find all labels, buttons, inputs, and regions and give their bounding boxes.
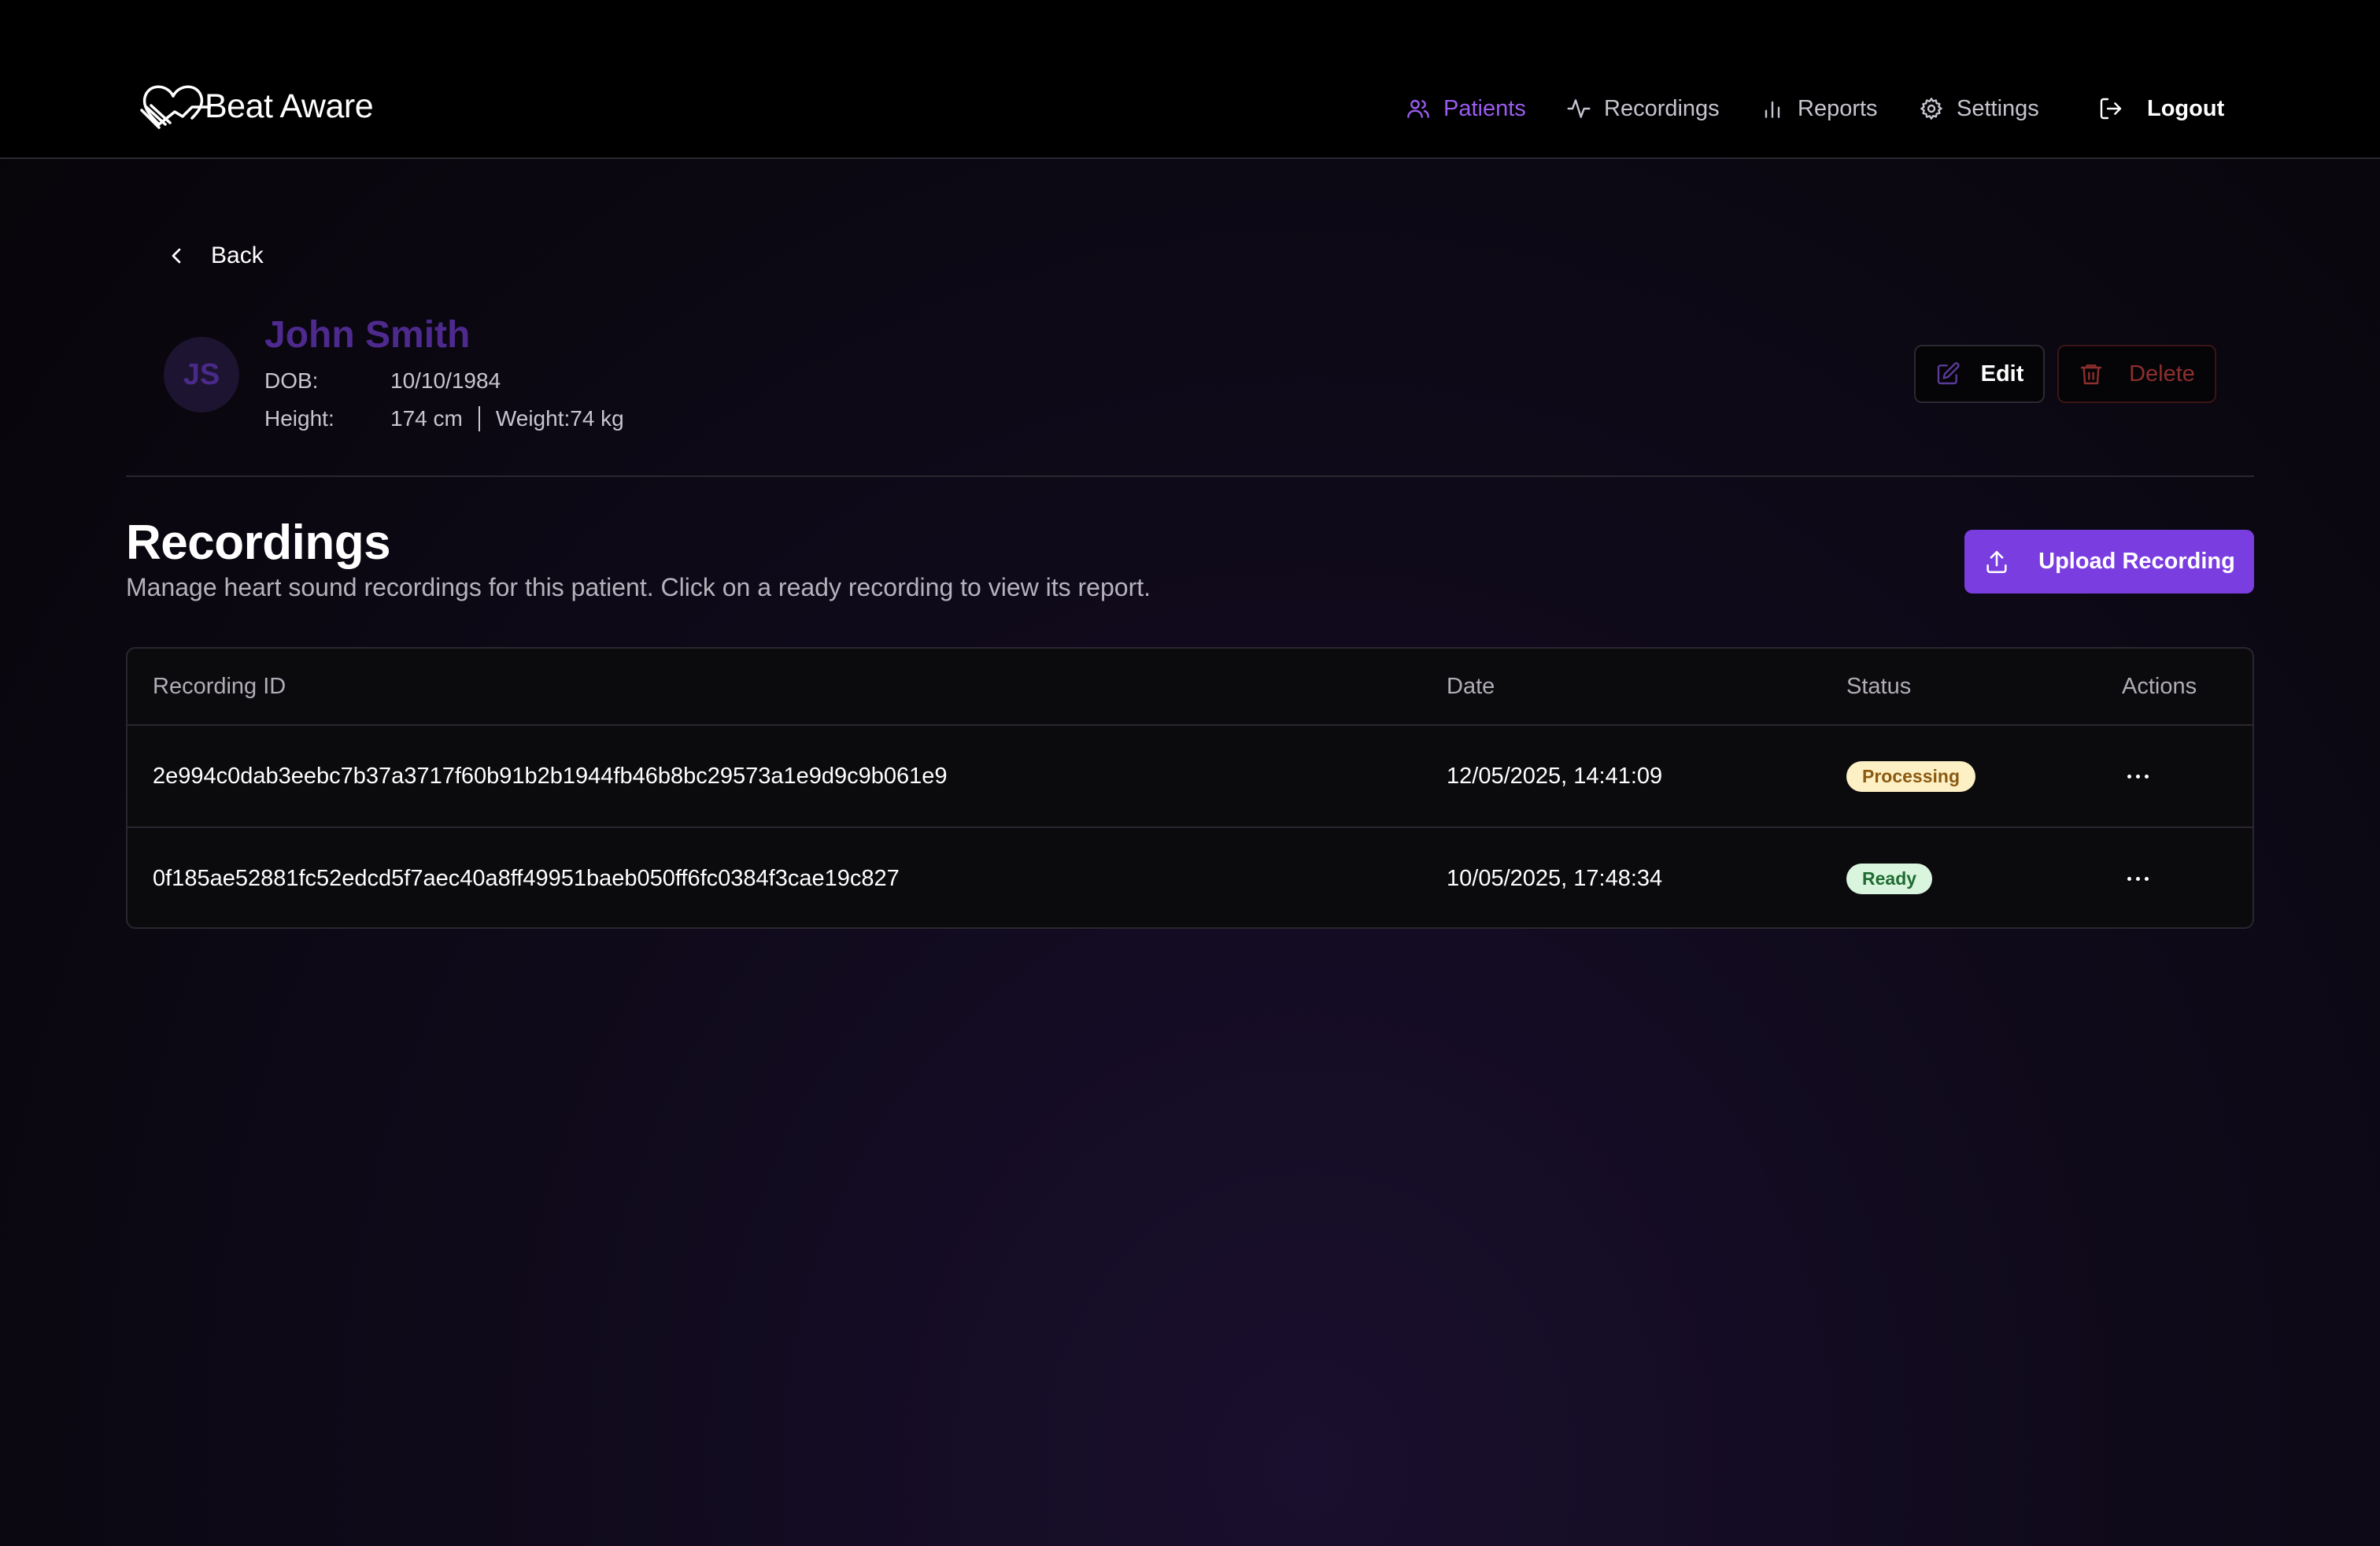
column-header-actions: Actions: [2122, 673, 2197, 699]
upload-recording-button[interactable]: Upload Recording: [1964, 530, 2254, 594]
actions-cell: [2112, 828, 2163, 927]
nav-patients-label: Patients: [1443, 95, 1526, 121]
back-button[interactable]: Back: [164, 242, 264, 269]
table-row[interactable]: 2e994c0dab3eebc7b37a3717f60b91b2b1944fb4…: [128, 724, 2252, 827]
nav-settings-label: Settings: [1957, 95, 2039, 121]
brand-logo[interactable]: Beat Aware: [135, 79, 374, 134]
page-title: Recordings: [126, 516, 391, 570]
users-icon: [1407, 99, 1429, 118]
logout-icon: [2100, 98, 2122, 120]
column-header-id[interactable]: Recording ID: [153, 649, 286, 724]
more-dot: [2135, 876, 2140, 881]
more-actions-button[interactable]: [2112, 757, 2163, 795]
weight-value: Weight:74 kg: [495, 406, 624, 431]
back-label: Back: [211, 242, 264, 268]
more-dot: [2127, 876, 2131, 881]
more-dot: [2144, 876, 2149, 881]
measurements-row: Height: 174 cm Weight:74 kg: [264, 406, 624, 431]
nav-patients[interactable]: Patients: [1406, 96, 1526, 122]
table-header: Recording ID Date Status Actions: [128, 649, 2252, 724]
column-header-status[interactable]: Status: [1846, 649, 1911, 724]
dob-value: 10/10/1984: [390, 368, 501, 393]
nav-reports-label: Reports: [1798, 95, 1878, 121]
recording-id: 2e994c0dab3eebc7b37a3717f60b91b2b1944fb4…: [153, 763, 948, 789]
patient-name: John Smith: [264, 314, 471, 356]
trash-icon: [2080, 364, 2102, 385]
page-description: Manage heart sound recordings for this p…: [126, 573, 1151, 601]
brand-name: Beat Aware: [205, 87, 374, 125]
edit-label: Edit: [1980, 361, 2024, 386]
more-actions-button[interactable]: [2112, 860, 2163, 897]
chevron-left-icon: [172, 248, 181, 264]
activity-icon: [1567, 99, 1591, 118]
bar-chart-icon: [1765, 101, 1780, 118]
nav-recordings[interactable]: Recordings: [1566, 96, 1720, 122]
gear-icon: [1920, 98, 1942, 120]
logout-label: Logout: [2147, 95, 2225, 121]
recording-date: 12/05/2025, 14:41:09: [1447, 763, 1663, 789]
recordings-table: Recording ID Date Status Actions 2e994c0…: [126, 647, 2254, 929]
status-badge: Processing: [1846, 760, 1975, 792]
height-label: Height:: [264, 406, 334, 431]
heart-hands-icon: [140, 85, 211, 129]
status-cell: Processing: [1846, 726, 1975, 827]
nav-recordings-label: Recordings: [1604, 95, 1720, 121]
dob-label: DOB:: [264, 368, 319, 393]
logout-button[interactable]: Logout: [2098, 96, 2224, 122]
nav-settings[interactable]: Settings: [1919, 96, 2039, 122]
edit-button[interactable]: Edit: [1914, 345, 2045, 403]
more-dot: [2135, 774, 2140, 779]
more-dot: [2144, 774, 2149, 779]
status-cell: Ready: [1846, 828, 1933, 927]
column-header-date[interactable]: Date: [1447, 649, 1495, 724]
upload-label: Upload Recording: [2038, 549, 2235, 574]
recording-date: 10/05/2025, 17:48:34: [1447, 865, 1663, 891]
edit-icon: [1937, 362, 1960, 385]
recording-id: 0f185ae52881fc52edcd5f7aec40a8ff49951bae…: [153, 865, 900, 891]
top-header: Beat Aware Patients Recordings Reports S…: [0, 0, 2380, 159]
actions-cell: [2112, 726, 2163, 827]
divider: [126, 475, 2254, 477]
dob-row: DOB: 10/10/1984: [264, 368, 501, 394]
separator: [478, 406, 480, 431]
upload-icon: [1986, 550, 2007, 573]
table-row[interactable]: 0f185ae52881fc52edcd5f7aec40a8ff49951bae…: [128, 827, 2252, 927]
avatar: JS: [164, 337, 239, 412]
nav-reports[interactable]: Reports: [1760, 96, 1878, 122]
delete-label: Delete: [2129, 361, 2195, 386]
delete-button[interactable]: Delete: [2057, 345, 2216, 403]
more-dot: [2127, 774, 2131, 779]
height-value: 174 cm: [390, 406, 463, 431]
status-badge: Ready: [1846, 863, 1933, 894]
